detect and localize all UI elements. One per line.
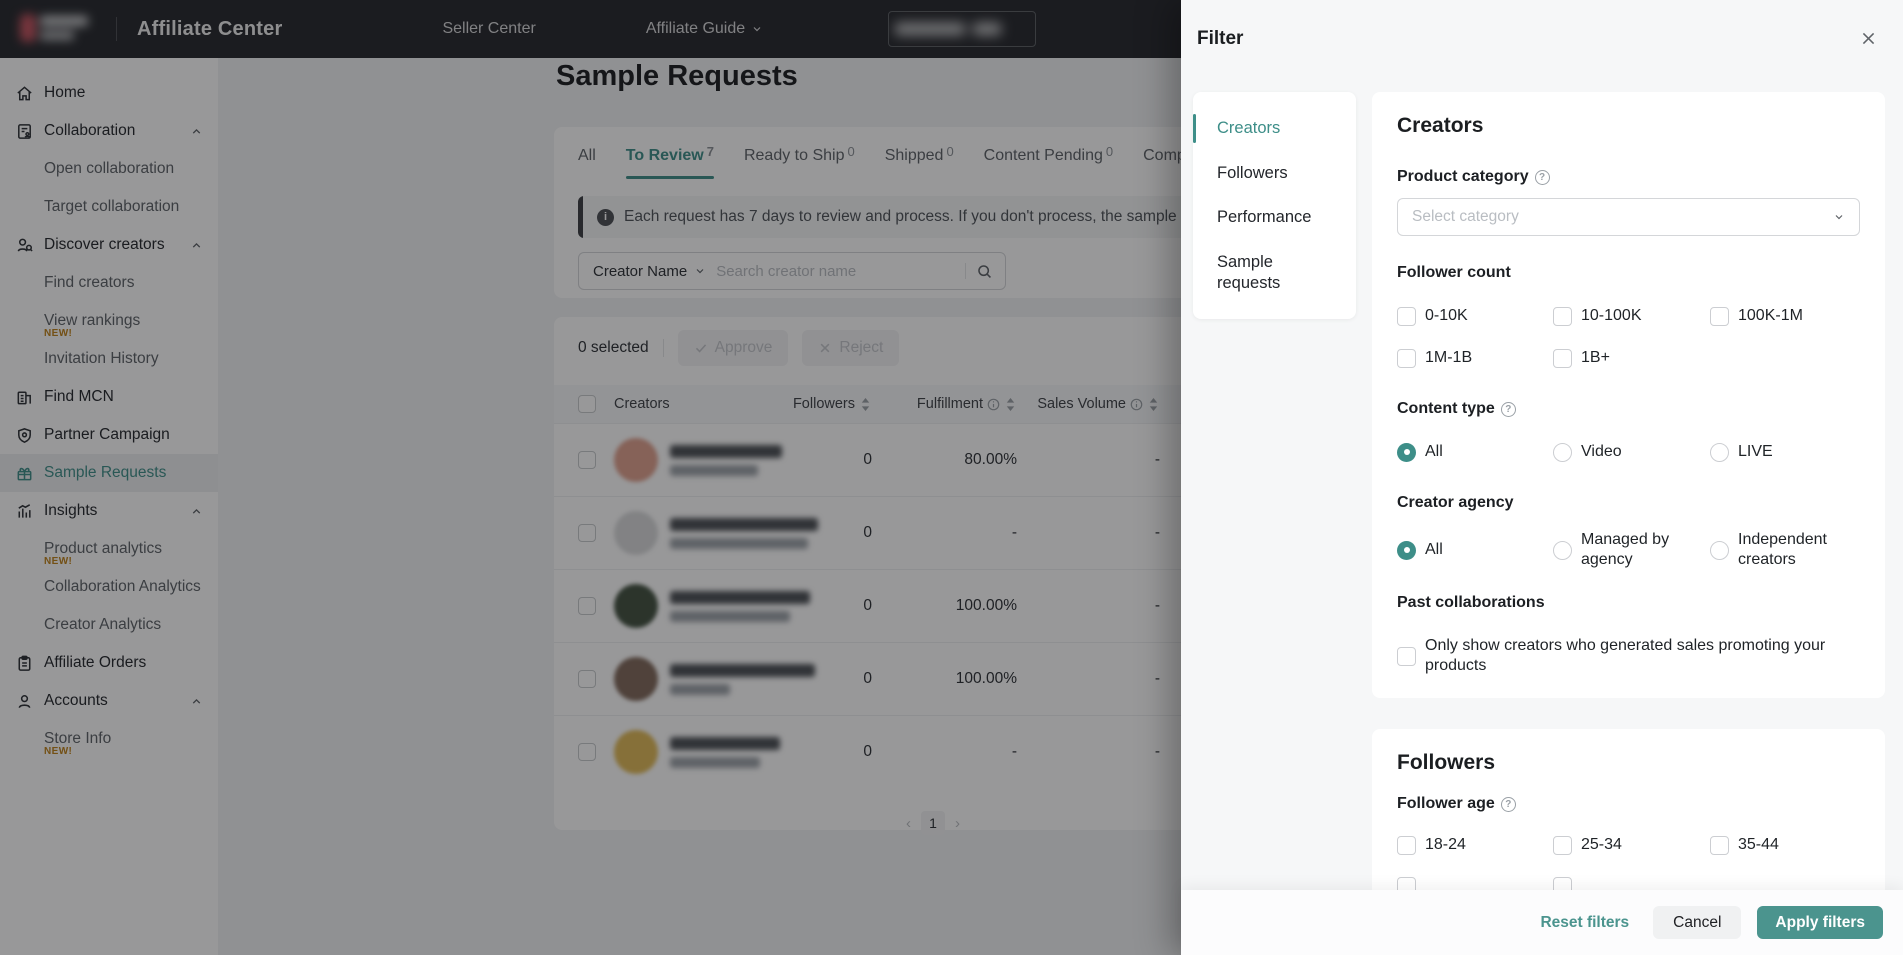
checkbox-icon [1710, 307, 1729, 326]
filter-nav-creators[interactable]: Creators [1193, 106, 1356, 151]
radio-independent-creators[interactable]: Independent creators [1710, 530, 1860, 570]
content-type-label: Content type ? [1397, 400, 1860, 418]
help-icon[interactable]: ? [1501, 797, 1516, 812]
follower-count-label: Follower count [1397, 264, 1860, 282]
radio-agency-all[interactable]: All [1397, 530, 1553, 570]
radio-icon [1710, 443, 1729, 462]
creator-agency-options: All Managed by agency Independent creato… [1397, 530, 1860, 570]
checkbox-icon [1397, 307, 1416, 326]
radio-selected-icon [1397, 541, 1416, 560]
checkbox-icon [1553, 349, 1572, 368]
help-icon[interactable]: ? [1501, 402, 1516, 417]
content-type-options: All Video LIVE [1397, 442, 1860, 462]
checkbox-0-10k[interactable]: 0-10K [1397, 306, 1553, 326]
filter-nav-followers[interactable]: Followers [1193, 151, 1356, 196]
radio-managed-by-agency[interactable]: Managed by agency [1553, 530, 1693, 570]
radio-icon [1710, 541, 1729, 560]
product-category-label: Product category ? [1397, 168, 1860, 186]
checkbox-icon [1553, 836, 1572, 855]
filter-title: Filter [1197, 28, 1243, 50]
checkbox-icon [1553, 307, 1572, 326]
checkbox-10-100k[interactable]: 10-100K [1553, 306, 1710, 326]
reset-filters-button[interactable]: Reset filters [1540, 914, 1629, 932]
filter-footer: Reset filters Cancel Apply filters [1181, 890, 1903, 955]
follower-age-label: Follower age ? [1397, 795, 1860, 813]
radio-icon [1553, 541, 1572, 560]
creator-agency-label: Creator agency [1397, 494, 1860, 512]
filter-nav-sample-requests[interactable]: Sample requests [1193, 240, 1356, 305]
filter-creators-card: Creators Product category ? Select categ… [1372, 92, 1885, 698]
product-category-select[interactable]: Select category [1397, 198, 1860, 236]
app-root: Affiliate Center Seller Center Affiliate… [0, 0, 1903, 955]
filter-drawer: Filter Creators Followers Performance Sa… [1181, 0, 1903, 955]
creators-heading: Creators [1397, 114, 1860, 138]
radio-content-live[interactable]: LIVE [1710, 442, 1860, 462]
filter-nav-performance[interactable]: Performance [1193, 195, 1356, 240]
followers-heading: Followers [1397, 751, 1860, 775]
checkbox-only-show-creators[interactable]: Only show creators who generated sales p… [1397, 636, 1860, 676]
past-collaborations-label: Past collaborations [1397, 594, 1860, 612]
help-icon[interactable]: ? [1535, 170, 1550, 185]
checkbox-35-44[interactable]: 35-44 [1710, 835, 1860, 855]
radio-selected-icon [1397, 443, 1416, 462]
radio-content-video[interactable]: Video [1553, 442, 1710, 462]
checkbox-icon [1397, 349, 1416, 368]
checkbox-18-24[interactable]: 18-24 [1397, 835, 1553, 855]
checkbox-icon [1710, 836, 1729, 855]
radio-content-all[interactable]: All [1397, 442, 1553, 462]
checkbox-100k-1m[interactable]: 100K-1M [1710, 306, 1860, 326]
checkbox-1b-plus[interactable]: 1B+ [1553, 348, 1710, 368]
close-icon[interactable] [1860, 30, 1877, 47]
checkbox-25-34[interactable]: 25-34 [1553, 835, 1710, 855]
chevron-down-icon [1833, 211, 1845, 223]
filter-section-nav: Creators Followers Performance Sample re… [1193, 92, 1356, 319]
follower-count-options: 0-10K 10-100K 100K-1M 1M-1B 1B+ [1397, 306, 1860, 368]
checkbox-1m-1b[interactable]: 1M-1B [1397, 348, 1553, 368]
checkbox-icon [1397, 647, 1416, 666]
follower-age-options: 18-24 25-34 35-44 [1397, 835, 1860, 855]
radio-icon [1553, 443, 1572, 462]
apply-filters-button[interactable]: Apply filters [1757, 906, 1883, 939]
checkbox-icon [1397, 836, 1416, 855]
cancel-button[interactable]: Cancel [1653, 906, 1741, 939]
